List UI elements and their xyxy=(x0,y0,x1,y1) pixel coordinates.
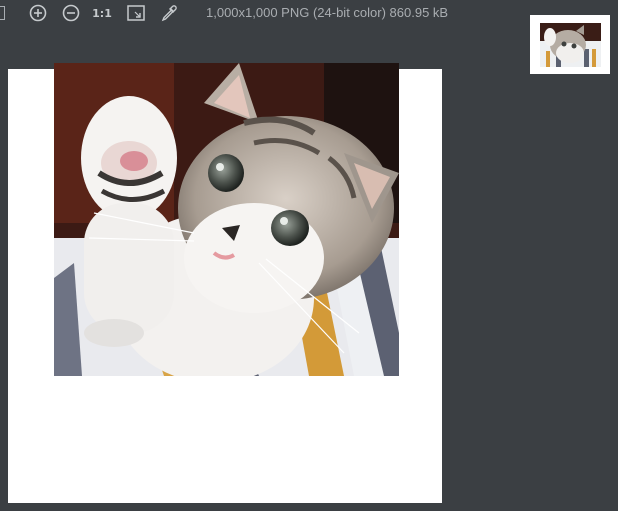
fit-window-button[interactable] xyxy=(125,3,147,23)
toolbar: 1:1 1,000x1,000 PNG (24-bit color) 860.9… xyxy=(0,0,618,28)
actual-size-label: 1:1 xyxy=(92,6,112,20)
eyedropper-icon xyxy=(161,5,177,22)
image-info: 1,000x1,000 PNG (24-bit color) 860.95 kB xyxy=(206,5,449,20)
color-picker-button[interactable] xyxy=(158,3,180,23)
zoom-out-button[interactable] xyxy=(60,3,82,23)
navigator-thumbnail[interactable] xyxy=(530,15,610,74)
thumbnail-image xyxy=(540,23,601,67)
zoom-out-icon xyxy=(62,4,80,22)
actual-size-button[interactable]: 1:1 xyxy=(91,3,113,23)
fit-window-icon xyxy=(127,5,145,21)
cat-photo xyxy=(54,63,399,376)
grid-toggle-icon[interactable] xyxy=(0,6,5,20)
zoom-in-button[interactable] xyxy=(27,3,49,23)
zoom-in-icon xyxy=(29,4,47,22)
